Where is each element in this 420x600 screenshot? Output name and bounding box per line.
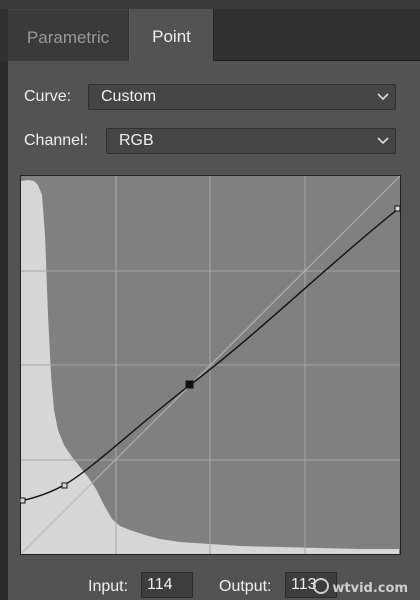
channel-select-value: RGB [119, 132, 154, 149]
channel-select[interactable]: RGB [106, 128, 396, 154]
curve-point-white[interactable] [394, 205, 401, 212]
curve-select[interactable]: Custom [88, 84, 396, 110]
channel-label: Channel: [24, 132, 89, 149]
curve-point-black[interactable] [20, 497, 26, 504]
watermark: wtvid.com [313, 578, 408, 596]
tab-bar: Parametric Point [0, 9, 420, 61]
output-label: Output: [219, 578, 272, 595]
tab-point[interactable]: Point [129, 9, 214, 61]
chevron-down-icon [377, 93, 389, 101]
curve-select-value: Custom [101, 88, 157, 105]
watermark-text: wtvid.com [332, 581, 408, 596]
input-label: Input: [88, 578, 129, 595]
top-bar [0, 0, 420, 9]
chevron-down-icon [377, 137, 389, 145]
watermark-icon [313, 578, 330, 594]
curve-point-selected[interactable] [185, 380, 194, 389]
curve-point-shadow[interactable] [61, 482, 68, 489]
curve-label: Curve: [24, 88, 72, 105]
input-field[interactable]: 114 [141, 572, 193, 598]
tone-curve-graph[interactable] [20, 175, 401, 555]
tone-curve-svg [20, 175, 401, 555]
tab-parametric[interactable]: Parametric [8, 9, 128, 61]
